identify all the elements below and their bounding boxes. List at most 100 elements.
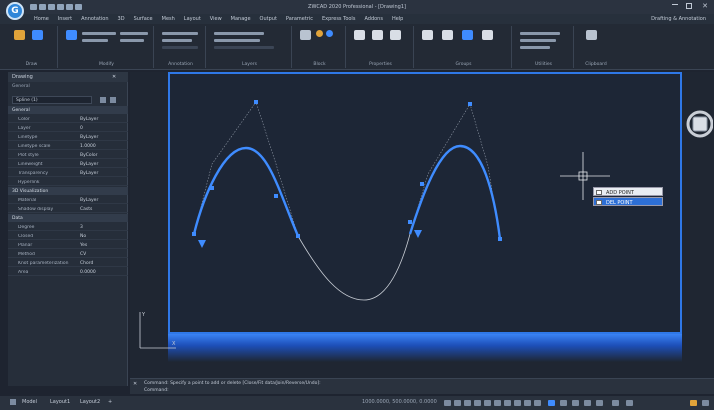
viewcube-svg[interactable] [683,98,714,156]
property-row[interactable]: Planar Yes [8,241,128,249]
spline-highlight-right[interactable] [408,144,502,240]
select-objects-icon[interactable] [110,97,116,103]
property-row[interactable]: Method CV [8,250,128,258]
transparency-icon[interactable] [524,400,531,406]
menu-item[interactable]: View [210,16,222,22]
grip[interactable] [420,182,424,186]
save-icon[interactable] [48,4,55,10]
property-value[interactable]: 0 [80,126,83,131]
property-value[interactable]: ByColor [80,153,98,158]
menu-item[interactable]: Output [260,16,277,22]
app-logo-icon[interactable]: G [6,2,24,20]
otrack-icon[interactable] [494,400,501,406]
dyn-icon[interactable] [504,400,511,406]
property-value[interactable]: No [80,234,86,239]
property-value[interactable]: ByLayer [80,171,98,176]
osnap-icon[interactable] [484,400,491,406]
ortho-icon[interactable] [464,400,471,406]
property-row[interactable]: Layer 0 [8,124,128,132]
hardware-acceleration-icon[interactable] [596,400,603,406]
property-row[interactable]: Transparency ByLayer [8,169,128,177]
property-row[interactable]: Color ByLayer [8,115,128,123]
tab-layout1[interactable]: Layout1 [50,399,70,405]
lineweight-icon[interactable] [514,400,521,406]
property-row[interactable]: Hyperlink [8,178,128,186]
property-row[interactable]: Linetype scale 1.0000 [8,142,128,150]
property-row[interactable]: Degree 3 [8,223,128,231]
menu-item[interactable]: Insert [58,16,72,22]
property-row[interactable]: Lineweight ByLayer [8,160,128,168]
property-value[interactable]: Chord [80,261,93,266]
palette-section[interactable]: Data [8,214,128,222]
property-row[interactable]: Knot parameterization Chord [8,259,128,267]
property-value[interactable]: 1.0000 [80,144,96,149]
minimize-icon[interactable] [672,4,678,5]
property-row[interactable]: Material ByLayer [8,196,128,204]
property-row[interactable]: Plot style ByColor [8,151,128,159]
property-value[interactable]: 0.0000 [80,270,96,275]
edit-block-icon[interactable] [326,30,333,37]
open-icon[interactable] [39,4,46,10]
grip[interactable] [192,232,196,236]
palette-section[interactable]: General [8,106,128,114]
palette-section[interactable]: 3D Visualization [8,187,128,195]
grip[interactable] [254,100,258,104]
circle-icon[interactable] [32,30,43,40]
tab-model[interactable]: Model [22,399,37,405]
command-line[interactable]: ✕ Command: Specify a point to add or del… [130,378,714,394]
lock-icon[interactable] [572,400,579,406]
fullscreen-icon[interactable] [612,400,619,406]
quick-select-icon[interactable] [100,97,106,103]
polyline-icon[interactable] [14,30,25,40]
selection-cycle-icon[interactable] [534,400,541,406]
property-value[interactable]: ByLayer [80,135,98,140]
grip[interactable] [468,102,472,106]
menu-item[interactable]: Mesh [162,16,175,22]
menu-item[interactable]: Home [34,16,49,22]
menu-item[interactable]: Layout [184,16,201,22]
property-row[interactable]: Shadow display Casts [8,205,128,213]
move-icon[interactable] [66,30,77,40]
spline-highlight-left[interactable] [192,146,300,237]
annotation-scale-icon[interactable] [548,400,555,406]
properties-icon[interactable] [372,30,383,40]
isolate-icon[interactable] [584,400,591,406]
add-layout-icon[interactable]: + [108,399,112,405]
customize-icon[interactable] [626,400,633,406]
property-value[interactable]: 3 [80,225,83,230]
property-value[interactable]: CV [80,252,86,257]
notification-icon[interactable] [690,400,697,406]
direction-grip-icon[interactable] [414,230,422,238]
insert-block-icon[interactable] [300,30,311,40]
maximize-icon[interactable] [686,3,692,9]
property-value[interactable]: Yes [80,243,87,248]
menu-item[interactable]: Parametric [286,16,313,22]
grip[interactable] [274,194,278,198]
property-row[interactable]: Closed No [8,232,128,240]
menu-item[interactable]: Addons [364,16,383,22]
property-value[interactable]: ByLayer [80,198,98,203]
match-properties-icon[interactable] [354,30,365,40]
property-value[interactable]: ByLayer [80,162,98,167]
undo-icon[interactable] [66,4,73,10]
layout-menu-icon[interactable] [10,399,16,405]
spline-segment[interactable] [297,233,411,301]
snap-icon[interactable] [444,400,451,406]
property-row[interactable]: Area 0.0000 [8,268,128,276]
polar-icon[interactable] [474,400,481,406]
menu-item[interactable]: Surface [134,16,153,22]
menu-item[interactable]: Express Tools [322,16,355,22]
tab-layout2[interactable]: Layout2 [80,399,100,405]
grip[interactable] [210,186,214,190]
spline-grips[interactable] [192,100,502,241]
grip[interactable] [498,237,502,241]
print-icon[interactable] [57,4,64,10]
redo-icon[interactable] [75,4,82,10]
group-select-icon[interactable] [482,30,493,40]
workspace-switcher[interactable]: Drafting & Annotation [651,16,706,22]
group-edit-icon[interactable] [462,30,473,40]
grid-icon[interactable] [454,400,461,406]
grip[interactable] [296,234,300,238]
menu-item[interactable]: Annotation [81,16,108,22]
paste-icon[interactable] [586,30,597,40]
